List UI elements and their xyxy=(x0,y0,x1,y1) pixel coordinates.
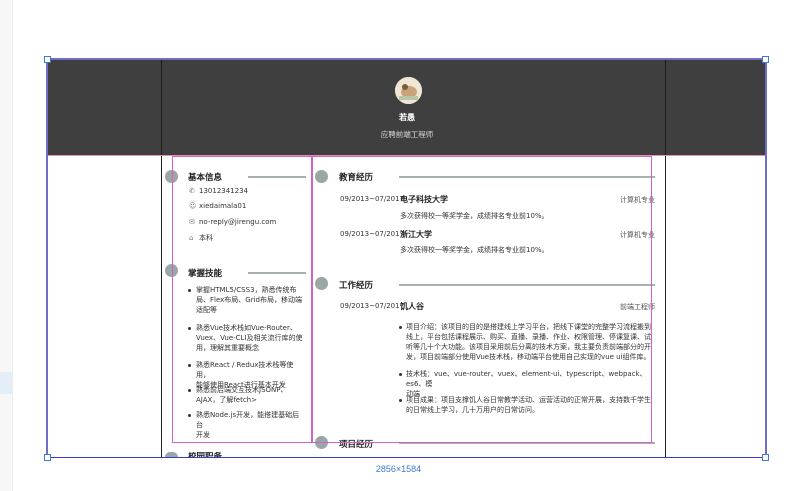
column-divider-right xyxy=(665,60,666,458)
resume-name: 若愚 xyxy=(399,113,415,122)
resize-handle-bottom-right[interactable] xyxy=(762,454,769,461)
resume-header: 若愚 应聘前端工程师 xyxy=(48,60,766,155)
dimensions-label: 2856×1584 xyxy=(375,464,422,474)
avatar xyxy=(395,77,422,104)
artboard-frame-bottom xyxy=(46,457,768,458)
column-divider-left xyxy=(161,60,162,458)
artboard-frame-right xyxy=(765,58,767,460)
resize-handle-top-right[interactable] xyxy=(762,56,769,63)
selection-box-right-column[interactable] xyxy=(312,156,652,443)
resize-handle-bottom-left[interactable] xyxy=(44,454,51,461)
artboard-frame-left xyxy=(46,58,48,460)
selection-box-left-column[interactable] xyxy=(172,156,312,443)
resize-handle-top-left[interactable] xyxy=(44,56,51,63)
resume-subtitle: 应聘前端工程师 xyxy=(380,130,434,139)
left-panel-edge xyxy=(0,0,13,491)
artboard-frame-top xyxy=(46,58,768,60)
left-panel-selection-marker xyxy=(0,372,12,394)
